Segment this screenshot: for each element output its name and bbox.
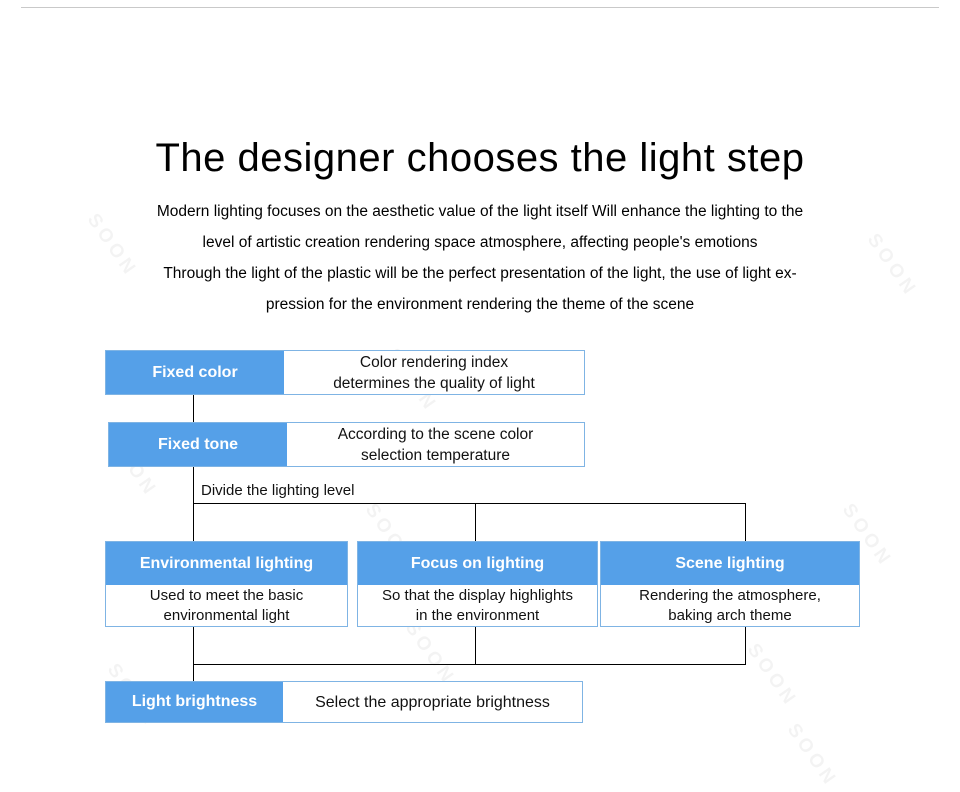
lighting-flowchart: Divide the lighting level Fixed color Co… [0,0,960,788]
flow-node-focus-on-lighting-body: So that the display highlights in the en… [358,585,597,626]
connector-bus-to-branch-1 [193,503,194,541]
flow-node-environmental-lighting-body: Used to meet the basic environmental lig… [106,585,347,626]
flow-node-fixed-tone-body: According to the scene color selection t… [287,423,584,466]
flow-node-light-brightness-body: Select the appropriate brightness [283,682,582,722]
flow-node-focus-on-lighting-label: Focus on lighting [358,542,597,585]
flow-node-body-line: environmental light [163,607,290,624]
flow-node-light-brightness-label: Light brightness [106,682,283,722]
flow-node-body-line: in the environment [415,607,540,624]
flow-node-fixed-tone-label: Fixed tone [109,423,287,466]
flow-node-environmental-lighting[interactable]: Environmental lighting Used to meet the … [105,541,348,627]
connector-bus-to-branch-3 [745,503,746,541]
flow-node-fixed-color-body: Color rendering index determines the qua… [284,351,584,394]
connector-branch-3-to-merge [745,627,746,665]
connector-merge-to-brightness [193,664,194,682]
flow-node-fixed-tone[interactable]: Fixed tone According to the scene color … [108,422,585,467]
flow-node-scene-lighting-label: Scene lighting [601,542,859,585]
flow-node-scene-lighting-body: Rendering the atmosphere, baking arch th… [601,585,859,626]
flow-node-focus-on-lighting[interactable]: Focus on lighting So that the display hi… [357,541,598,627]
flow-node-light-brightness[interactable]: Light brightness Select the appropriate … [105,681,583,723]
flow-node-body-line: According to the scene color [337,425,534,443]
connector-merge-bus [193,664,745,665]
flow-node-fixed-color-label: Fixed color [106,351,284,394]
connector-branch-1-to-merge [193,627,194,665]
flow-node-body-line: baking arch theme [668,607,792,624]
flow-node-body-line: So that the display highlights [382,587,573,604]
flow-node-environmental-lighting-label: Environmental lighting [106,542,347,585]
flow-node-body-line: Color rendering index [359,353,509,371]
flow-node-body-line: Rendering the atmosphere, [639,587,821,604]
flow-node-body-line: determines the quality of light [333,374,535,392]
connector-fixedtone-to-bus [193,466,194,504]
connector-branch-2-to-merge [475,627,476,665]
flow-node-body-line: selection temperature [360,446,511,464]
connector-fixedcolor-to-fixedtone [193,395,194,423]
flow-node-fixed-color[interactable]: Fixed color Color rendering index determ… [105,350,585,395]
connector-bus-to-branch-2 [475,503,476,541]
flow-node-scene-lighting[interactable]: Scene lighting Rendering the atmosphere,… [600,541,860,627]
flow-node-body-line: Used to meet the basic [149,587,304,604]
connector-branch-bus [193,503,745,504]
divide-lighting-level-label: Divide the lighting level [201,482,355,499]
